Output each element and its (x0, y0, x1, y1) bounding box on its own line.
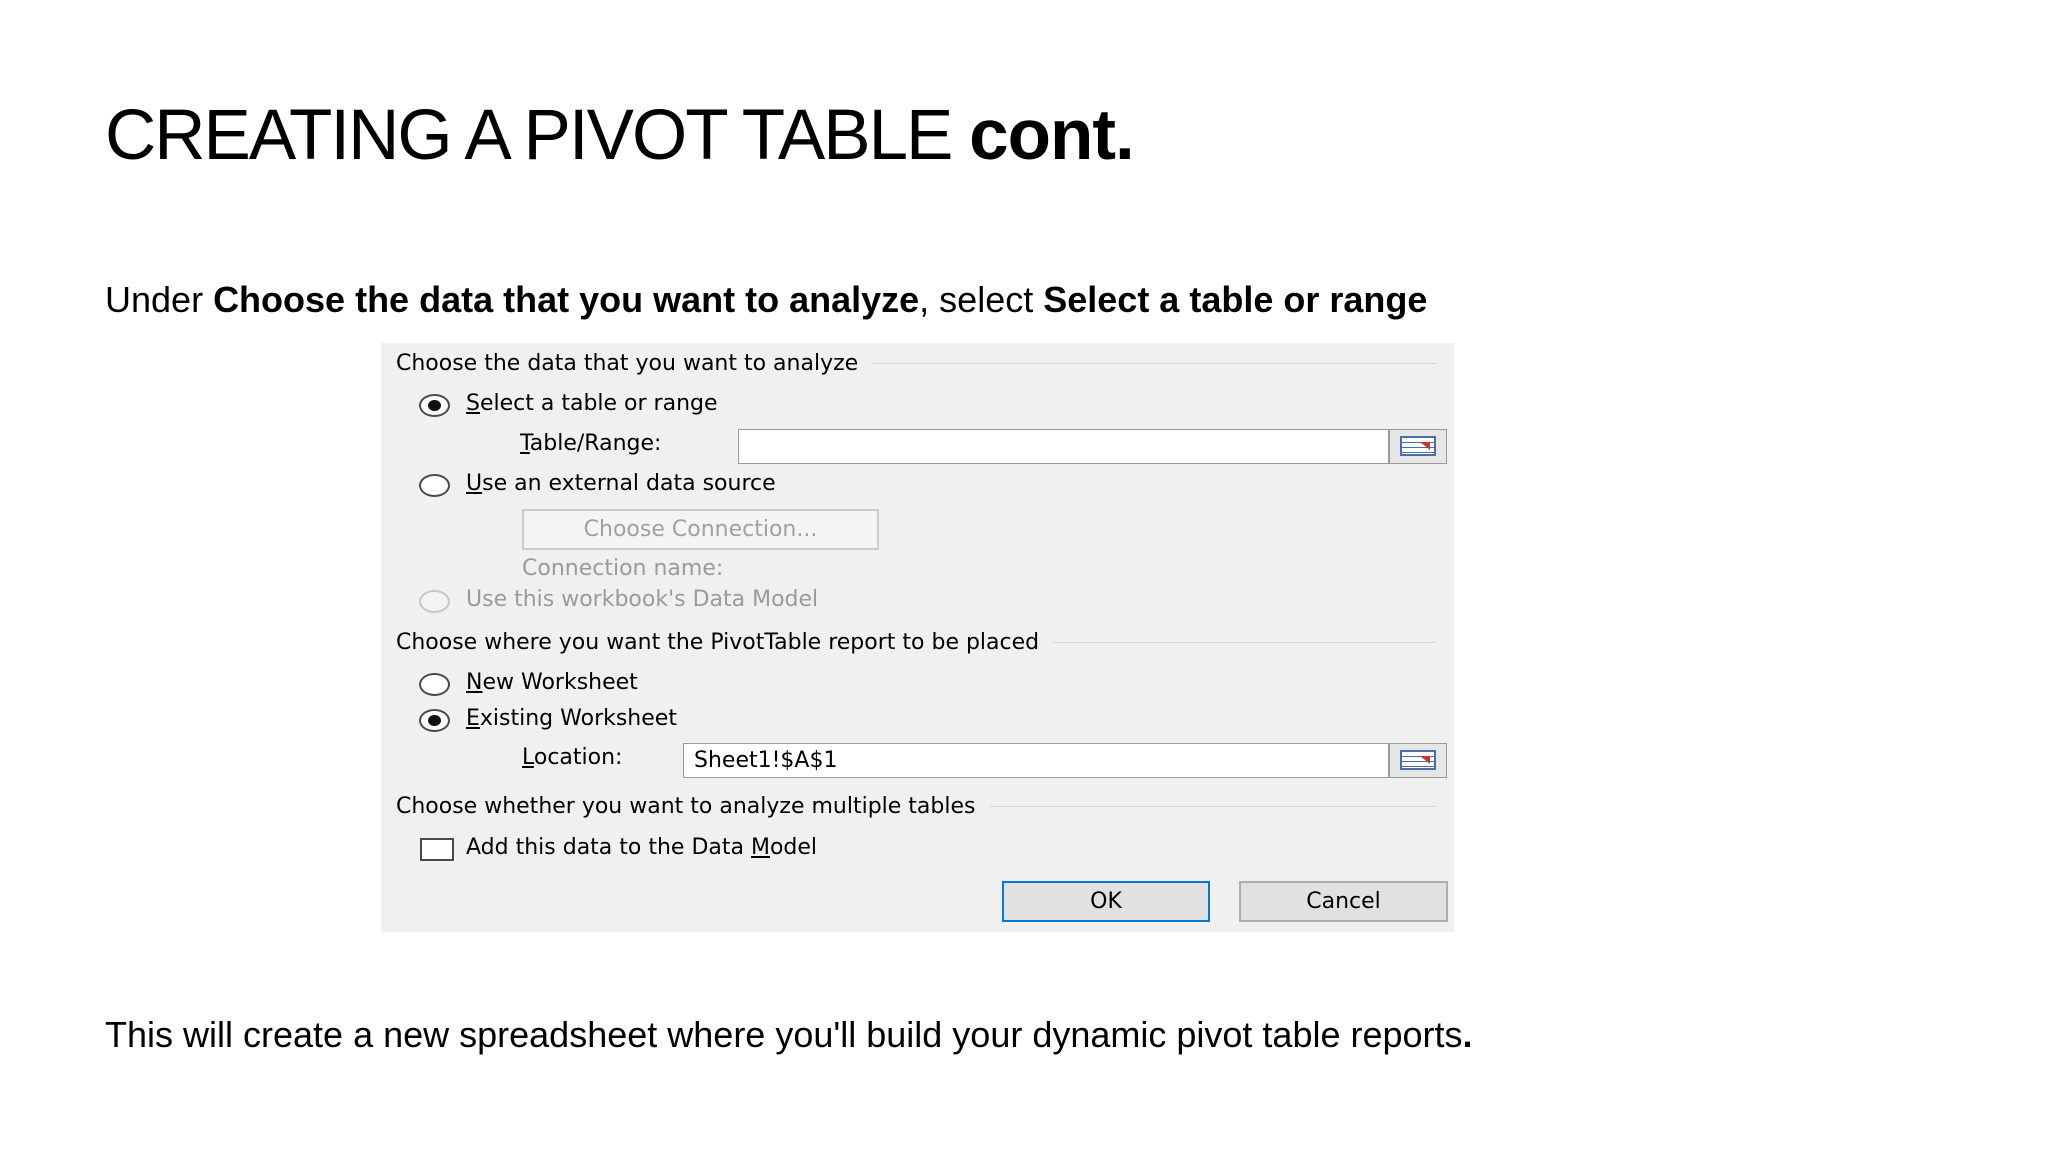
section-multiple-tables-label: Choose whether you want to analyze multi… (396, 794, 976, 819)
create-pivottable-dialog: Choose the data that you want to analyze… (381, 343, 1454, 932)
location-input[interactable]: Sheet1!$A$1 (683, 743, 1389, 778)
existing-worksheet-label[interactable]: Existing Worksheet (466, 706, 677, 731)
footer-sentence: This will create a new spreadsheet where… (105, 1014, 1463, 1055)
section-divider (872, 363, 1436, 364)
data-model-label[interactable]: Use this workbook's Data Model (466, 587, 818, 612)
add-to-data-model-checkbox[interactable] (420, 838, 454, 861)
section-choose-data: Choose the data that you want to analyze (396, 351, 1436, 376)
select-table-label[interactable]: Select a table or range (466, 391, 718, 416)
title-main: CREATING A PIVOT TABLE (105, 96, 953, 175)
ok-button[interactable]: OK (1002, 881, 1210, 922)
existing-worksheet-radio[interactable] (419, 709, 450, 732)
instruction-bold-select: Select a table or range (1043, 279, 1428, 320)
external-source-radio[interactable] (419, 474, 450, 497)
select-table-radio[interactable] (419, 394, 450, 417)
footer-period: . (1462, 1014, 1473, 1055)
new-worksheet-radio[interactable] (419, 673, 450, 696)
add-to-data-model-label[interactable]: Add this data to the Data Model (466, 835, 817, 860)
section-choose-data-label: Choose the data that you want to analyze (396, 351, 859, 376)
choose-connection-button[interactable]: Choose Connection... (522, 509, 879, 550)
new-worksheet-label[interactable]: New Worksheet (466, 670, 638, 695)
cancel-button[interactable]: Cancel (1239, 881, 1448, 922)
instruction-bold-data: Choose the data that you want to analyze (213, 279, 920, 320)
table-range-picker-button[interactable] (1389, 429, 1447, 464)
range-picker-icon (1400, 750, 1436, 770)
instruction-text: Under Choose the data that you want to a… (105, 278, 1427, 321)
external-source-label[interactable]: Use an external data source (466, 471, 776, 496)
instruction-middle: , select (919, 279, 1044, 320)
footer-text: This will create a new spreadsheet where… (105, 1013, 1473, 1056)
section-divider (989, 806, 1436, 807)
range-picker-icon (1400, 436, 1436, 456)
title-suffix: cont. (969, 96, 1135, 175)
section-divider (1053, 642, 1436, 643)
section-placement-label: Choose where you want the PivotTable rep… (396, 630, 1040, 655)
table-range-input[interactable] (738, 429, 1389, 464)
table-range-label: Table/Range: (520, 431, 662, 456)
location-picker-button[interactable] (1389, 743, 1447, 778)
connection-name-label: Connection name: (522, 556, 724, 581)
section-multiple-tables: Choose whether you want to analyze multi… (396, 794, 1436, 819)
slide-title: CREATING A PIVOT TABLE cont. (105, 100, 1135, 171)
location-label: Location: (522, 745, 623, 770)
instruction-prefix: Under (105, 279, 214, 320)
data-model-radio[interactable] (419, 590, 450, 613)
section-placement: Choose where you want the PivotTable rep… (396, 630, 1436, 655)
